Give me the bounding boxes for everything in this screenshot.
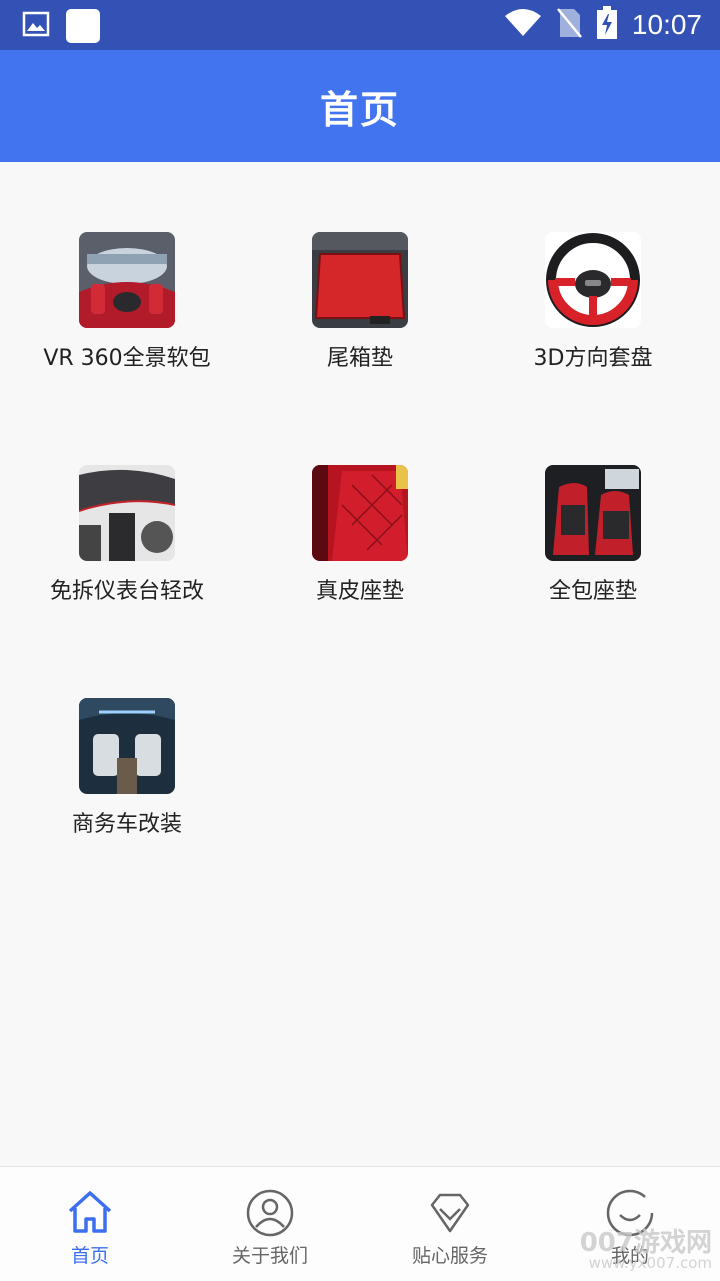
category-label: 尾箱垫 [326,346,393,371]
category-leather-seat[interactable]: 真皮座垫 [240,395,480,628]
status-time: 10:07 [631,9,702,40]
category-dashboard[interactable]: 免拆仪表台轻改 [7,395,247,628]
wifi-icon [504,8,542,42]
business-van-image [79,698,175,794]
category-trunk-mat[interactable]: 尾箱垫 [240,162,480,395]
bottom-nav: 首页 关于我们 贴心服务 我的 007游戏网 www.yx007.com [0,1166,720,1281]
watermark-url: www.yx007.com [588,1254,712,1272]
app-bar: 首页 [0,50,720,162]
home-icon [68,1191,112,1233]
watermark: 007游戏网 www.yx007.com [580,1230,712,1271]
user-icon [246,1189,294,1237]
no-sim-icon [556,7,582,43]
watermark-text: 007游戏网 [579,1228,712,1258]
app-square-icon [66,9,100,43]
category-label: 真皮座垫 [315,579,404,604]
category-business-van[interactable]: 商务车改装 [7,628,247,861]
category-label: VR 360全景软包 [43,346,211,371]
steering-wheel-image [545,232,641,328]
dashboard-image [79,465,175,561]
status-bar: 10:07 [0,0,720,50]
nav-label: 贴心服务 [411,1245,488,1267]
battery-charging-icon [596,6,618,44]
image-icon [22,11,50,41]
category-full-seat-cover[interactable]: 全包座垫 [473,395,713,628]
nav-label: 关于我们 [231,1245,308,1267]
nav-service[interactable]: 贴心服务 [360,1167,540,1281]
page-title: 首页 [319,87,400,132]
leather-seat-image [312,465,408,561]
nav-home[interactable]: 首页 [0,1167,180,1281]
category-label: 免拆仪表台轻改 [49,579,204,604]
trunk-mat-image [312,232,408,328]
category-label: 3D方向套盘 [533,346,653,371]
car-interior-360-image [79,232,175,328]
nav-label: 首页 [70,1245,109,1267]
category-steering-wheel[interactable]: 3D方向套盘 [473,162,713,395]
diamond-icon [430,1193,470,1233]
nav-about-us[interactable]: 关于我们 [180,1167,360,1281]
category-label: 商务车改装 [71,812,182,837]
full-seat-cover-image [545,465,641,561]
category-vr360[interactable]: VR 360全景软包 [7,162,247,395]
category-label: 全包座垫 [548,579,637,604]
